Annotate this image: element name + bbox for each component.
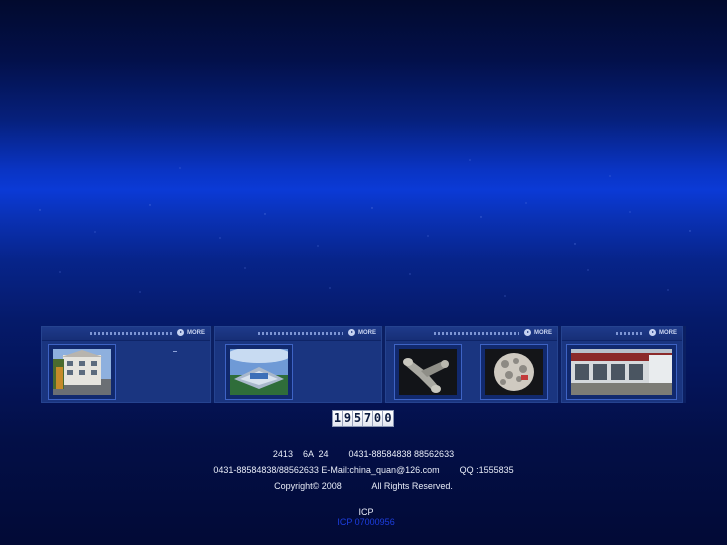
more-link[interactable]: MORE — [524, 329, 552, 336]
counter-digit: 0 — [383, 411, 393, 426]
factory-aerial-photo — [230, 349, 288, 395]
panel-header: MORE — [215, 327, 381, 340]
thumbnail-factory[interactable] — [225, 344, 293, 400]
decorative-pattern — [258, 332, 343, 335]
visitor-counter: 1 9 5 7 0 0 — [332, 410, 394, 427]
footer-copyright: Copyright© 2008 All Rights Reserved. — [274, 481, 453, 491]
more-link[interactable]: MORE — [649, 329, 677, 336]
panel-header: MORE — [386, 327, 557, 340]
photo-gallery-strip: MORE MORE MORE MORE — [41, 326, 686, 403]
footer-address-phone: 2413 6A 24 0431-88584838 88562633 — [272, 449, 455, 459]
arrow-circle-icon — [177, 329, 184, 336]
arrow-circle-icon — [524, 329, 531, 336]
pipe-fitting-photo — [399, 349, 457, 395]
counter-digit: 5 — [353, 411, 363, 426]
decorative-pattern — [90, 332, 172, 335]
gallery-panel-1: MORE — [41, 326, 211, 403]
more-link[interactable]: MORE — [348, 329, 376, 336]
thumbnail-storefront[interactable] — [566, 344, 677, 400]
more-link[interactable]: MORE — [177, 329, 205, 336]
thumbnail-building[interactable] — [48, 344, 116, 400]
gallery-panel-3: MORE — [385, 326, 558, 403]
counter-digit: 9 — [343, 411, 353, 426]
counter-digit: 0 — [373, 411, 383, 426]
storefront-photo — [571, 349, 672, 395]
panel-header: MORE — [42, 327, 210, 340]
footer-icp: ICP ICP 07000956 — [0, 497, 727, 527]
gallery-panel-4: MORE — [561, 326, 683, 403]
counter-digit: 1 — [333, 411, 343, 426]
decorative-pattern — [434, 332, 519, 335]
counter-digit: 7 — [363, 411, 373, 426]
decorative-dot — [173, 351, 177, 352]
icp-link[interactable]: ICP 07000956 — [337, 517, 394, 527]
panel-header: MORE — [562, 327, 682, 340]
decorative-pattern — [616, 332, 644, 335]
icp-label: ICP — [358, 507, 374, 517]
footer-contact: 0431-88584838/88562633 E-Mail:china_quan… — [213, 465, 514, 475]
fittings-bag-photo — [485, 349, 543, 395]
arrow-circle-icon — [348, 329, 355, 336]
thumbnail-pipe-fitting[interactable] — [394, 344, 462, 400]
star-field — [39, 159, 691, 297]
thumbnail-fittings-bag[interactable] — [480, 344, 548, 400]
arrow-circle-icon — [649, 329, 656, 336]
building-photo — [53, 349, 111, 395]
gallery-panel-2: MORE — [214, 326, 382, 403]
